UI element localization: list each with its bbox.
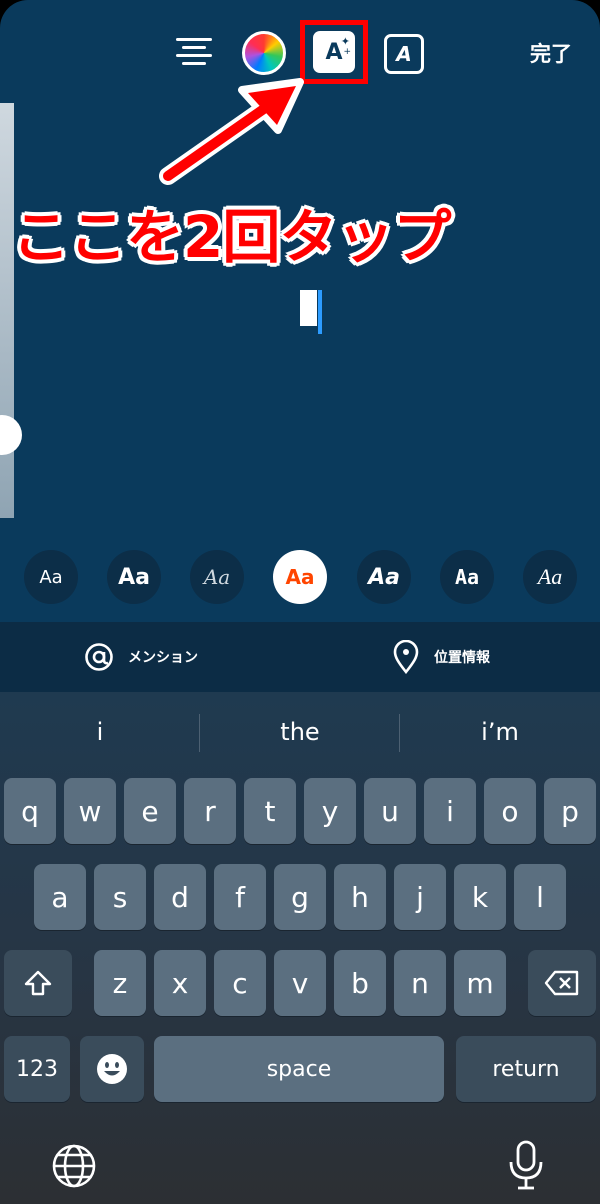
key-d[interactable]: d bbox=[154, 864, 206, 930]
key-u[interactable]: u bbox=[364, 778, 416, 844]
red-arrow-annotation bbox=[159, 78, 304, 185]
key-n[interactable]: n bbox=[394, 950, 446, 1016]
tap-twice-annotation: ここを2回タップ bbox=[12, 203, 451, 271]
at-sign-icon bbox=[85, 643, 113, 671]
keyboard: i the i’m q w e r t y u i o p a s d f g … bbox=[0, 692, 600, 1204]
text-input-placeholder[interactable] bbox=[300, 290, 317, 326]
numbers-key[interactable]: 123 bbox=[4, 1036, 70, 1102]
story-text-editor: A ✦ + A 完了 ここを2回タップ Aa Aa Aa Aa Aa Aa Aa bbox=[0, 0, 600, 622]
key-l[interactable]: l bbox=[514, 864, 566, 930]
text-animation-icon[interactable]: A bbox=[384, 34, 424, 74]
font-neon[interactable]: Aa bbox=[273, 550, 327, 604]
mention-button[interactable]: メンション bbox=[84, 622, 198, 692]
key-g[interactable]: g bbox=[274, 864, 326, 930]
key-o[interactable]: o bbox=[484, 778, 536, 844]
location-pin-icon bbox=[393, 640, 419, 674]
key-b[interactable]: b bbox=[334, 950, 386, 1016]
location-button[interactable]: 位置情報 bbox=[392, 622, 490, 692]
mention-location-bar: メンション 位置情報 bbox=[0, 622, 600, 692]
text-toolbar: A ✦ + A 完了 bbox=[0, 20, 600, 86]
done-button[interactable]: 完了 bbox=[530, 38, 572, 68]
text-size-slider-handle[interactable] bbox=[0, 415, 22, 455]
space-key[interactable]: space bbox=[154, 1036, 444, 1102]
color-wheel-icon[interactable] bbox=[242, 31, 286, 75]
key-z[interactable]: z bbox=[94, 950, 146, 1016]
key-e[interactable]: e bbox=[124, 778, 176, 844]
text-effect-button[interactable]: A ✦ + bbox=[300, 20, 368, 84]
text-align-center-icon[interactable] bbox=[172, 32, 216, 76]
key-k[interactable]: k bbox=[454, 864, 506, 930]
key-a[interactable]: a bbox=[34, 864, 86, 930]
suggestion-2[interactable]: the bbox=[200, 712, 400, 752]
key-j[interactable]: j bbox=[394, 864, 446, 930]
key-h[interactable]: h bbox=[334, 864, 386, 930]
key-c[interactable]: c bbox=[214, 950, 266, 1016]
font-classic[interactable]: Aa bbox=[24, 550, 78, 604]
suggestion-1[interactable]: i bbox=[0, 712, 200, 752]
key-i[interactable]: i bbox=[424, 778, 476, 844]
text-cursor bbox=[318, 290, 322, 334]
delete-key[interactable] bbox=[528, 950, 596, 1016]
shift-icon bbox=[24, 970, 52, 996]
key-y[interactable]: y bbox=[304, 778, 356, 844]
font-strong[interactable]: Aa bbox=[357, 550, 411, 604]
font-serif[interactable]: Aa bbox=[523, 550, 577, 604]
key-p[interactable]: p bbox=[544, 778, 596, 844]
key-t[interactable]: t bbox=[244, 778, 296, 844]
font-script[interactable]: Aa bbox=[190, 550, 244, 604]
key-m[interactable]: m bbox=[454, 950, 506, 1016]
emoji-icon bbox=[97, 1054, 127, 1084]
font-typewriter[interactable]: Aa bbox=[440, 550, 494, 604]
font-picker: Aa Aa Aa Aa Aa Aa Aa bbox=[0, 550, 600, 606]
key-v[interactable]: v bbox=[274, 950, 326, 1016]
font-modern[interactable]: Aa bbox=[107, 550, 161, 604]
backspace-icon bbox=[544, 970, 579, 996]
microphone-icon[interactable] bbox=[506, 1138, 546, 1194]
text-effect-sparkle-icon: A ✦ + bbox=[313, 31, 355, 73]
key-w[interactable]: w bbox=[64, 778, 116, 844]
globe-icon[interactable] bbox=[50, 1142, 98, 1190]
text-size-slider[interactable] bbox=[0, 103, 14, 518]
key-x[interactable]: x bbox=[154, 950, 206, 1016]
key-s[interactable]: s bbox=[94, 864, 146, 930]
return-key[interactable]: return bbox=[456, 1036, 596, 1102]
suggestion-3[interactable]: i’m bbox=[400, 712, 600, 752]
key-q[interactable]: q bbox=[4, 778, 56, 844]
emoji-key[interactable] bbox=[80, 1036, 144, 1102]
shift-key[interactable] bbox=[4, 950, 72, 1016]
key-f[interactable]: f bbox=[214, 864, 266, 930]
key-r[interactable]: r bbox=[184, 778, 236, 844]
